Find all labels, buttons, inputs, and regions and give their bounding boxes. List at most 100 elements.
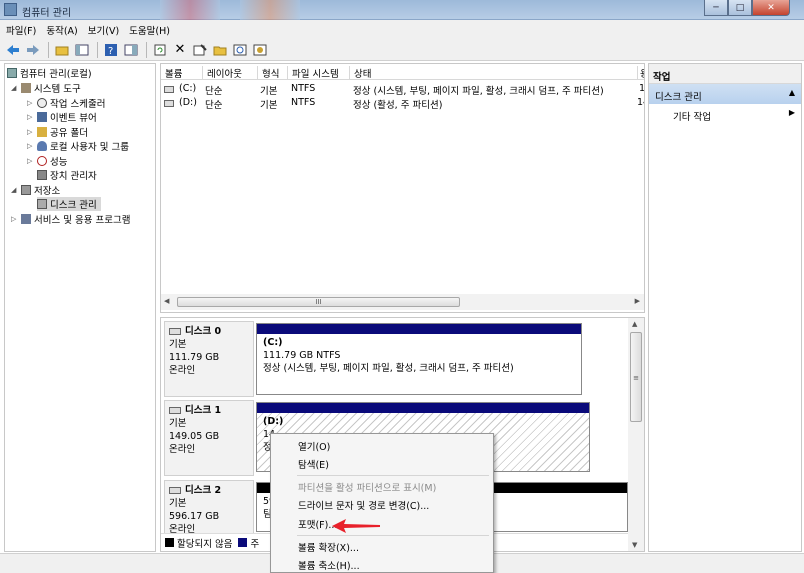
- tools-icon: [21, 83, 31, 93]
- tree-label-system-tools: 시스템 도구: [34, 84, 81, 95]
- menu-item-extend[interactable]: 볼륨 확장(X)...: [298, 540, 359, 554]
- tree-item-disk-management[interactable]: 디스크 관리: [37, 197, 101, 211]
- tree-item-performance[interactable]: ▷ 성능: [27, 154, 67, 168]
- navigation-tree: 컴퓨터 관리(로컬) ◢ 시스템 도구 ▷ 작업 스케줄러 ▷ 이벤트 뷰어 ▷…: [4, 63, 156, 552]
- tree-item-device-manager[interactable]: 장치 관리자: [37, 168, 97, 182]
- tree-label-local-users: 로컬 사용자 및 그룹: [50, 142, 129, 153]
- volume-icon: [164, 100, 174, 107]
- scroll-up-icon[interactable]: ▲: [632, 320, 637, 328]
- partition-c[interactable]: (C:) 111.79 GB NTFS 정상 (시스템, 부팅, 페이지 파일,…: [256, 323, 582, 395]
- menu-view[interactable]: 보기(V): [88, 23, 119, 37]
- cell-layout: 단순: [205, 100, 223, 111]
- disk-icon: [169, 407, 181, 414]
- disk-size: 149.05 GB: [169, 431, 220, 442]
- cell-filesystem: NTFS: [291, 83, 316, 94]
- maximize-button[interactable]: □: [728, 0, 752, 16]
- show-panel-icon[interactable]: [122, 41, 140, 59]
- toolbar-separator: [146, 41, 147, 58]
- vertical-scroll-thumb[interactable]: ≡: [630, 332, 642, 422]
- actions-more-label: 기타 작업: [673, 112, 711, 123]
- column-header-type[interactable]: 형식: [258, 66, 288, 80]
- forward-arrow-icon[interactable]: [24, 41, 42, 59]
- tree-item-system-tools[interactable]: ◢ 시스템 도구: [11, 81, 81, 95]
- disk-name: 디스크 0: [185, 326, 222, 337]
- menu-action[interactable]: 동작(A): [46, 23, 77, 37]
- shared-folder-icon: [37, 127, 47, 137]
- title-bar: 컴퓨터 관리 ─ □ ✕: [0, 0, 804, 20]
- tree-item-storage[interactable]: ◢ 저장소: [11, 183, 60, 197]
- services-icon: [21, 214, 31, 224]
- actions-section-disk-management[interactable]: 디스크 관리 ▲: [649, 84, 801, 104]
- expand-icon[interactable]: ▷: [27, 99, 35, 107]
- cell-type: 기본: [260, 100, 278, 111]
- legend-unallocated-label: 할당되지 않음: [177, 538, 233, 550]
- column-header-capacity[interactable]: 용: [638, 66, 644, 80]
- tree-label-disk-management: 디스크 관리: [50, 200, 97, 211]
- cell-status: 정상 (시스템, 부팅, 페이지 파일, 활성, 크래시 덤프, 주 파티션): [353, 86, 604, 97]
- minimize-button[interactable]: ─: [704, 0, 728, 16]
- collapse-up-icon[interactable]: ▲: [789, 88, 795, 97]
- tree-item-root[interactable]: 컴퓨터 관리(로컬): [7, 66, 92, 80]
- tree-label-task-scheduler: 작업 스케줄러: [50, 99, 106, 110]
- expand-icon[interactable]: ▷: [27, 142, 35, 150]
- tree-label-shared-folders: 공유 폴더: [50, 128, 88, 139]
- cell-capacity: 14: [637, 97, 644, 108]
- svg-text:?: ?: [108, 46, 113, 56]
- menu-item-mark-active[interactable]: 파티션을 활성 파티션으로 표시(M): [298, 480, 436, 494]
- cell-status: 정상 (활성, 주 파티션): [353, 100, 443, 111]
- show-tree-icon[interactable]: [73, 41, 91, 59]
- table-row[interactable]: (D:) 단순 기본 NTFS 정상 (활성, 주 파티션) 14: [161, 96, 644, 111]
- search-icon[interactable]: [231, 41, 249, 59]
- horizontal-scrollbar[interactable]: ◀ III ▶: [161, 294, 644, 310]
- refresh-icon[interactable]: [151, 41, 169, 59]
- tree-item-shared-folders[interactable]: ▷ 공유 폴더: [27, 125, 88, 139]
- tree-item-services[interactable]: ▷ 서비스 및 응용 프로그램: [11, 212, 130, 226]
- disk-state: 온라인: [169, 365, 196, 376]
- expand-icon[interactable]: ▷: [11, 215, 19, 223]
- back-arrow-icon[interactable]: [4, 41, 22, 59]
- column-header-status[interactable]: 상태: [350, 66, 638, 80]
- delete-icon[interactable]: ✕: [171, 41, 189, 59]
- open-folder-icon[interactable]: [211, 41, 229, 59]
- disk-size: 111.79 GB: [169, 352, 220, 363]
- menu-item-open[interactable]: 열기(O): [298, 439, 330, 453]
- settings-icon[interactable]: [251, 41, 269, 59]
- close-button[interactable]: ✕: [752, 0, 790, 16]
- expand-icon[interactable]: ▷: [27, 113, 35, 121]
- menu-item-change-letter[interactable]: 드라이브 문자 및 경로 변경(C)...: [298, 498, 429, 512]
- menu-bar: 파일(F) 동작(A) 보기(V) 도움말(H): [0, 20, 804, 39]
- properties-icon[interactable]: [191, 41, 209, 59]
- partition-label: (C:): [263, 337, 283, 348]
- menu-file[interactable]: 파일(F): [6, 23, 36, 37]
- column-header-volume[interactable]: 볼륨: [161, 66, 203, 80]
- clock-icon: [37, 98, 47, 108]
- table-row[interactable]: (C:) 단순 기본 NTFS 정상 (시스템, 부팅, 페이지 파일, 활성,…: [161, 82, 644, 97]
- disk-0-label[interactable]: 디스크 0 기본 111.79 GB 온라인: [164, 321, 254, 397]
- primary-partition-bar: [257, 324, 581, 334]
- expand-icon[interactable]: ▷: [27, 128, 35, 136]
- column-header-layout[interactable]: 레이아웃: [203, 66, 258, 80]
- tree-item-task-scheduler[interactable]: ▷ 작업 스케줄러: [27, 96, 105, 110]
- scroll-left-icon[interactable]: ◀: [164, 297, 169, 305]
- collapse-icon[interactable]: ◢: [11, 186, 19, 194]
- disk-name: 디스크 2: [185, 485, 222, 496]
- actions-more[interactable]: 기타 작업 ▶: [649, 104, 801, 124]
- collapse-icon[interactable]: ◢: [11, 84, 19, 92]
- tree-label-performance: 성능: [50, 157, 68, 168]
- vertical-scrollbar[interactable]: ▲ ≡ ▼: [628, 318, 644, 551]
- expand-icon[interactable]: ▷: [27, 157, 35, 165]
- menu-item-shrink[interactable]: 볼륨 축소(H)...: [298, 558, 360, 572]
- tree-item-local-users[interactable]: ▷ 로컬 사용자 및 그룹: [27, 139, 129, 153]
- menu-help[interactable]: 도움말(H): [129, 23, 170, 37]
- help-icon[interactable]: ?: [102, 41, 120, 59]
- horizontal-scroll-thumb[interactable]: III: [177, 297, 460, 307]
- disk-name: 디스크 1: [185, 405, 222, 416]
- tree-item-event-viewer[interactable]: ▷ 이벤트 뷰어: [27, 110, 97, 124]
- disk-1-label[interactable]: 디스크 1 기본 149.05 GB 온라인: [164, 400, 254, 476]
- scroll-right-icon[interactable]: ▶: [635, 297, 640, 305]
- up-folder-icon[interactable]: [53, 41, 71, 59]
- scroll-down-icon[interactable]: ▼: [632, 541, 637, 549]
- context-menu: 열기(O) 탐색(E) 파티션을 활성 파티션으로 표시(M) 드라이브 문자 …: [270, 433, 494, 573]
- menu-item-explore[interactable]: 탐색(E): [298, 457, 329, 471]
- column-header-filesystem[interactable]: 파일 시스템: [288, 66, 350, 80]
